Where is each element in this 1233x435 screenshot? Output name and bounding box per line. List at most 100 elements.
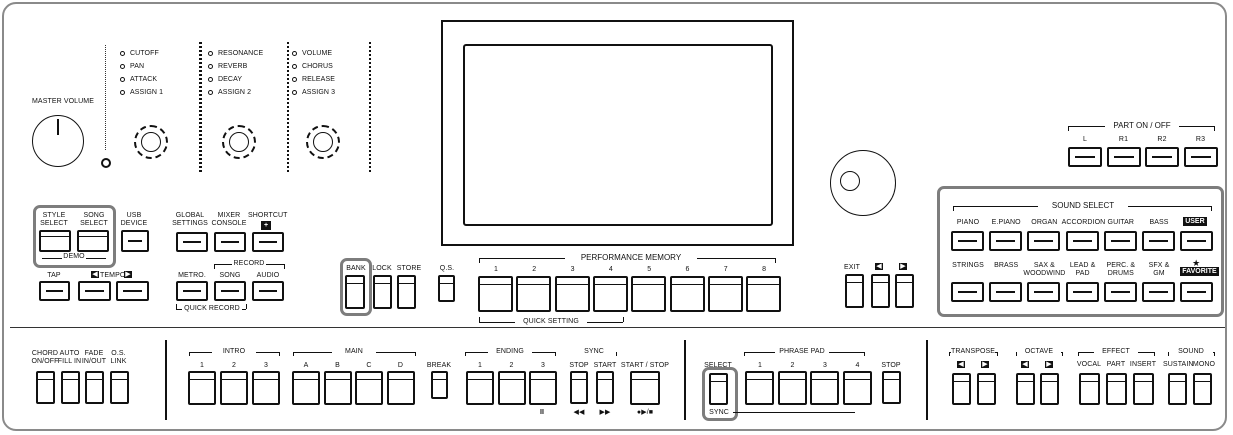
bank-button[interactable] — [345, 275, 365, 309]
ending-3-button[interactable] — [529, 371, 557, 405]
main-D-button[interactable] — [386, 371, 415, 405]
phrase-pad-select-button[interactable] — [709, 373, 728, 405]
main-A-button[interactable] — [292, 371, 320, 405]
break-button[interactable] — [431, 371, 448, 399]
touch-screen[interactable] — [463, 44, 773, 226]
performance-memory-button-5[interactable] — [631, 276, 667, 312]
sound-button-row1-5[interactable] — [1103, 231, 1137, 251]
sound-button-row2-7[interactable] — [1180, 282, 1214, 302]
mono-button[interactable] — [1193, 373, 1212, 405]
inc-button[interactable] — [895, 274, 914, 308]
main-B-button[interactable] — [323, 371, 352, 405]
store-button[interactable] — [397, 275, 416, 309]
bracket-tick — [1214, 126, 1215, 131]
fade-in-out-button[interactable] — [85, 371, 104, 404]
dec-button[interactable] — [871, 274, 890, 308]
intro-2-button[interactable] — [220, 371, 248, 405]
shortcut-button[interactable] — [252, 232, 284, 252]
bracket-tick — [293, 352, 294, 356]
transpose-down-button[interactable] — [952, 373, 971, 405]
sustain-button[interactable] — [1168, 373, 1187, 405]
performance-memory-button-4[interactable] — [592, 276, 628, 312]
performance-memory-button-3[interactable] — [554, 276, 590, 312]
intro-1-button[interactable] — [188, 371, 216, 405]
qs-link-label: O.S. LINK — [110, 350, 127, 365]
sound-button-row1-6[interactable] — [1142, 231, 1175, 251]
phrase-pad-3-button[interactable] — [810, 371, 839, 405]
phrase-pad-2-button[interactable] — [777, 371, 807, 405]
sound-button-row1-1[interactable] — [951, 231, 984, 251]
sound-button-row2-3[interactable] — [1027, 282, 1061, 302]
master-volume-knob[interactable] — [32, 115, 84, 167]
lock-button[interactable] — [373, 275, 392, 309]
exit-button[interactable] — [845, 274, 864, 308]
ending-number: 3 — [541, 362, 545, 369]
qs-link-button[interactable] — [109, 371, 129, 404]
transpose-up-button[interactable] — [977, 373, 996, 405]
dec-arrow-icon: ◀ — [875, 263, 883, 270]
ending-2-button[interactable] — [497, 371, 526, 405]
part-3-button[interactable] — [1145, 147, 1179, 167]
knob-led-indicator — [120, 64, 125, 69]
assign-knob-2[interactable] — [222, 125, 256, 159]
data-dial[interactable] — [830, 150, 896, 216]
part-4-button[interactable] — [1183, 147, 1218, 167]
sound-button-row1-7[interactable] — [1180, 231, 1214, 251]
play-stop-icon: ●▶/■ — [636, 409, 654, 416]
performance-memory-number: 7 — [723, 266, 728, 273]
performance-memory-button-2[interactable] — [516, 276, 552, 312]
phrase-pad-4-button[interactable] — [842, 371, 872, 405]
assign-knob-3[interactable] — [306, 125, 340, 159]
bracket-tick — [214, 264, 215, 269]
song-select-button[interactable] — [77, 230, 109, 252]
sound-button-row1-3[interactable] — [1027, 231, 1061, 251]
sound-button-row2-2[interactable] — [989, 282, 1023, 302]
octave-label: OCTAVE — [1017, 348, 1061, 356]
transpose-label: TRANSPOSE — [951, 348, 996, 356]
octave-up-button[interactable] — [1040, 373, 1059, 405]
vocal-button[interactable] — [1079, 373, 1100, 405]
sound-button-row1-2[interactable] — [989, 231, 1023, 251]
audio-record-button[interactable] — [252, 281, 284, 301]
metronome-button[interactable] — [176, 281, 208, 301]
main-C-button[interactable] — [355, 371, 383, 405]
phrase-pad-1-button[interactable] — [745, 371, 774, 405]
octave-down-icon: ◀ — [1021, 361, 1029, 368]
intro-3-button[interactable] — [252, 371, 280, 405]
sound-button-row2-5[interactable] — [1103, 282, 1137, 302]
headphone-jack-icon — [101, 158, 111, 168]
tempo-up-button[interactable] — [116, 281, 149, 301]
sound-button-row2-4[interactable] — [1065, 282, 1099, 302]
insert-button[interactable] — [1133, 373, 1154, 405]
part-1-button[interactable] — [1068, 147, 1102, 167]
sound-button-row2-1[interactable] — [951, 282, 984, 302]
performance-memory-button-7[interactable] — [707, 276, 743, 312]
global-settings-button[interactable] — [176, 232, 208, 252]
ending-1-button[interactable] — [466, 371, 494, 405]
octave-down-button[interactable] — [1016, 373, 1035, 405]
tap-button[interactable] — [39, 281, 70, 301]
knob-led-indicator — [120, 51, 125, 56]
auto-fill-in-button[interactable] — [60, 371, 80, 404]
style-select-button[interactable] — [39, 230, 71, 252]
performance-memory-button-8[interactable] — [746, 276, 782, 312]
assign-knob-1[interactable] — [134, 125, 168, 159]
song-record-button[interactable] — [214, 281, 246, 301]
usb-device-button[interactable] — [121, 230, 149, 252]
performance-memory-button-1[interactable] — [478, 276, 513, 312]
part-2-button[interactable] — [1106, 147, 1141, 167]
mixer-console-button[interactable] — [214, 232, 246, 252]
chord-on-off-button[interactable] — [36, 371, 55, 404]
audio-label: AUDIO — [256, 272, 280, 279]
sync-start-button[interactable] — [596, 371, 614, 404]
sound-button-row2-6[interactable] — [1142, 282, 1175, 302]
phrase-pad-stop-button[interactable] — [882, 371, 901, 404]
quick-setting-button[interactable] — [438, 275, 455, 302]
sync-stop-button[interactable] — [570, 371, 588, 404]
performance-memory-button-6[interactable] — [669, 276, 705, 312]
part-button[interactable] — [1106, 373, 1127, 405]
tempo-down-button[interactable] — [78, 281, 111, 301]
sound-button-row1-4[interactable] — [1065, 231, 1099, 251]
main-letter: D — [397, 362, 404, 369]
start-stop-button[interactable] — [630, 371, 660, 405]
